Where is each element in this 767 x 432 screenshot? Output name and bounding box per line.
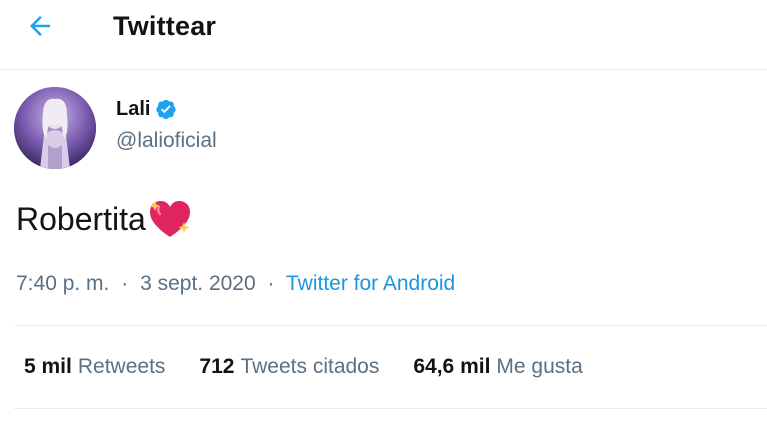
divider [14,325,767,326]
tweet-date[interactable]: 3 sept. 2020 [140,272,256,295]
page-header: Twittear [0,0,767,70]
divider [14,408,767,409]
tweet-time[interactable]: 7:40 p. m. [16,272,109,295]
author-handle[interactable]: @lalioficial [116,127,217,155]
retweets-label: Retweets [77,355,166,378]
retweets-stat[interactable]: 5 mil Retweets [24,353,165,381]
quote-tweets-count: 712 [199,355,235,378]
tweet-text: Robertita [16,198,193,240]
tweet-page: Twittear Lali @lalioficial Robertita 7:4… [0,0,767,432]
meta-separator: · [267,272,275,295]
tweet-meta: 7:40 p. m. · 3 sept. 2020 · Twitter for … [16,270,455,298]
likes-label: Me gusta [496,355,583,378]
page-title: Twittear [113,11,217,41]
arrow-left-icon [30,16,50,36]
display-name[interactable]: Lali [116,96,150,122]
sparkling-heart-emoji [149,201,190,237]
avatar-image [14,87,96,169]
likes-stat[interactable]: 64,6 mil Me gusta [413,353,582,381]
tweet-text-content: Robertita [16,201,146,237]
avatar[interactable] [14,87,96,169]
tweet-source-link[interactable]: Twitter for Android [286,272,455,295]
retweets-count: 5 mil [24,355,72,378]
likes-count: 64,6 mil [413,355,491,378]
author-name-row[interactable]: Lali [116,96,177,122]
quote-tweets-stat[interactable]: 712 Tweets citados [199,353,379,381]
meta-separator: · [121,272,129,295]
verified-badge-icon [156,99,177,120]
tweet-stats: 5 mil Retweets 712 Tweets citados 64,6 mil… [24,353,617,381]
quote-tweets-label: Tweets citados [240,355,380,378]
back-button[interactable] [20,8,60,44]
